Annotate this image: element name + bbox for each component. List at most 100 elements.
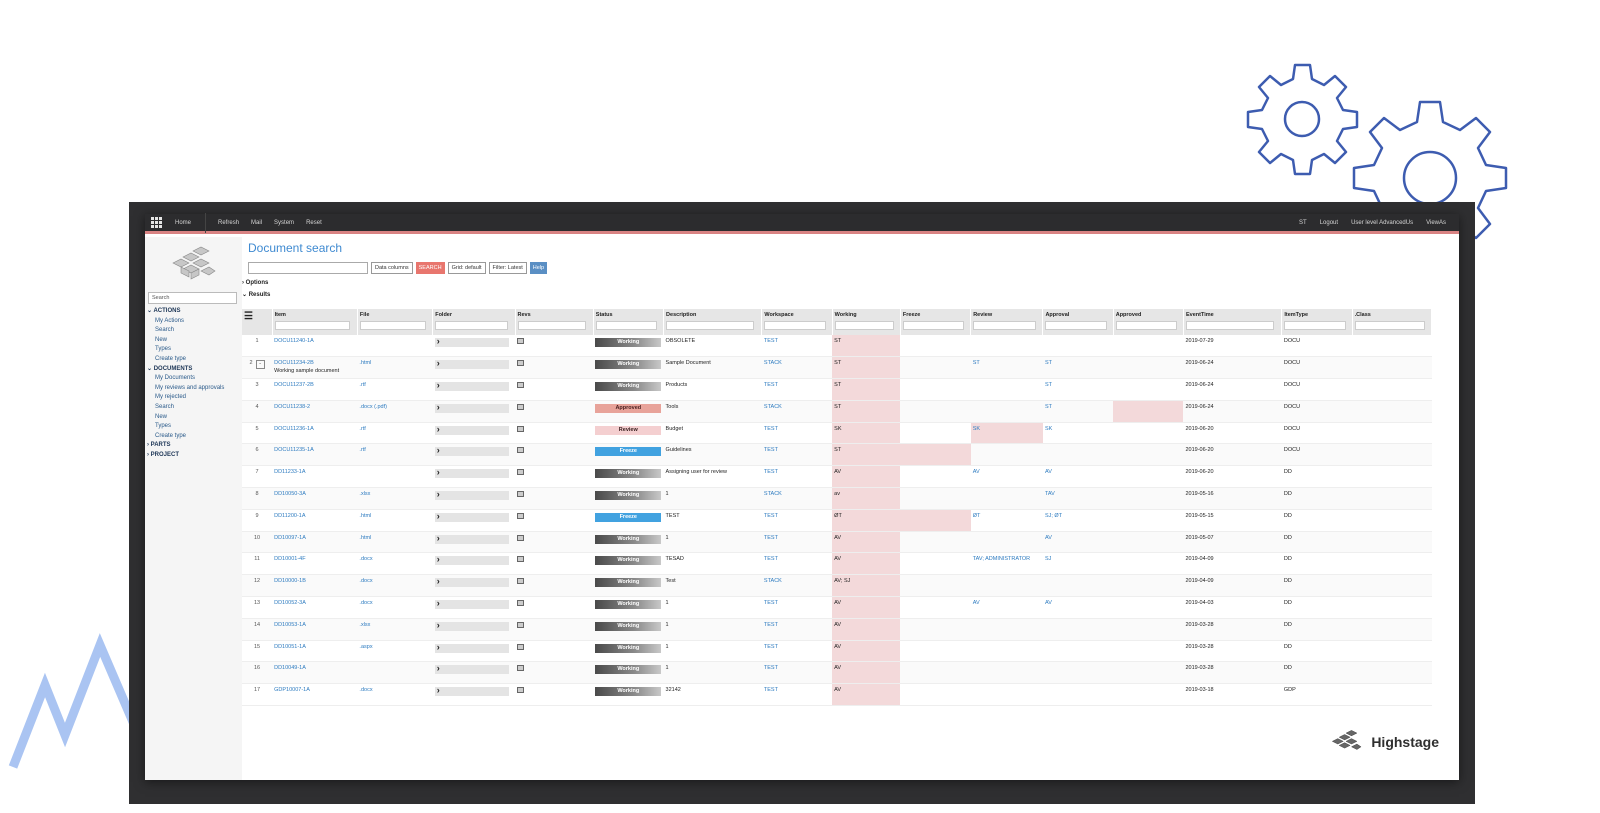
item-link[interactable]: DD10049-1A	[274, 665, 306, 671]
item-link[interactable]: DD10097-1A	[274, 535, 306, 541]
folder-cell[interactable]	[434, 402, 509, 413]
revisions-icon[interactable]	[517, 512, 524, 519]
item-link[interactable]: DD11200-1A	[274, 513, 305, 519]
revisions-icon[interactable]	[517, 534, 524, 541]
table-row[interactable]: 2- DOCU11234-2B Working sample document .ht…	[242, 356, 1432, 380]
review-cell[interactable]: AV	[973, 600, 980, 606]
folder-cell[interactable]	[434, 554, 509, 566]
review-cell[interactable]: TAV; ADMINISTRATOR	[973, 556, 1030, 562]
table-row[interactable]: 6 DOCU11235-1A .rtf FreezeGuidelines TEST ST 2…	[242, 443, 1432, 467]
column-header[interactable]: Description	[663, 309, 763, 335]
data-columns-select[interactable]: Data columns	[371, 262, 413, 274]
nav-home[interactable]: Home	[175, 220, 191, 226]
file-link[interactable]: .docx	[359, 687, 372, 693]
item-link[interactable]: DD10053-1A	[274, 622, 306, 628]
sidebar-item[interactable]: My Documents	[147, 374, 241, 384]
sidebar-group-parts[interactable]: › PARTS	[147, 441, 241, 451]
revisions-icon[interactable]	[517, 621, 524, 628]
view-as-link[interactable]: ViewAs	[1426, 220, 1446, 226]
table-row[interactable]: 9DD11200-1A.htmlFreezeTESTTESTØTØTSJ; ØT…	[242, 509, 1432, 532]
folder-cell[interactable]	[434, 511, 509, 522]
options-toggle[interactable]: › Options	[242, 280, 268, 286]
sidebar-item[interactable]: Search	[147, 403, 241, 413]
file-link[interactable]: .rtf	[359, 447, 365, 453]
filter-select[interactable]: Filter: Latest	[488, 262, 527, 274]
revisions-icon[interactable]	[517, 600, 524, 607]
workspace-link[interactable]: STACK	[764, 360, 782, 366]
column-filter-input[interactable]	[834, 321, 895, 330]
sidebar-item[interactable]: My rejected	[147, 393, 241, 403]
table-row[interactable]: 17 GDP10007-1A .docx Working32142 TEST AV 2019…	[242, 683, 1432, 707]
revisions-icon[interactable]	[517, 338, 524, 344]
item-link[interactable]: DD11233-1A	[274, 469, 305, 475]
logout-link[interactable]: Logout	[1320, 220, 1338, 226]
revisions-icon[interactable]	[517, 643, 524, 650]
item-link[interactable]: DOCU11240-1A	[274, 338, 314, 344]
user-level-select[interactable]: User level AdvancedUs	[1351, 220, 1413, 226]
revisions-icon[interactable]	[517, 425, 524, 432]
table-row[interactable]: 4 DOCU11238-2 .docx (.pdf) ApprovedTools STA…	[242, 400, 1432, 423]
approval-cell[interactable]: AV	[1045, 600, 1052, 606]
file-link[interactable]: .html	[359, 360, 371, 366]
folder-cell[interactable]	[434, 620, 509, 631]
column-header[interactable]: ItemType	[1281, 309, 1353, 335]
approval-cell[interactable]: ST	[1045, 382, 1052, 388]
folder-cell[interactable]	[434, 336, 509, 347]
sidebar-search-input[interactable]: Search	[148, 292, 237, 304]
file-link[interactable]: .rtf	[359, 382, 365, 388]
table-row[interactable]: 11 DD10001-4F .docx WorkingTESAD TEST AV TAV; …	[242, 552, 1432, 576]
approval-cell[interactable]: AV	[1045, 469, 1052, 475]
folder-cell[interactable]	[434, 576, 509, 588]
sidebar-group-actions[interactable]: ⌄ ACTIONS	[147, 307, 241, 317]
item-link[interactable]: DOCU11238-2	[274, 404, 310, 410]
workspace-link[interactable]: STACK	[764, 404, 782, 410]
workspace-link[interactable]: TEST	[764, 644, 778, 650]
user-initials[interactable]: ST	[1299, 220, 1307, 226]
item-link[interactable]: DOCU11237-2B	[274, 382, 314, 388]
table-row[interactable]: 1 DOCU11240-1A WorkingOBSOLETE TEST ST 2019-0…	[242, 335, 1432, 358]
workspace-link[interactable]: TEST	[764, 600, 778, 606]
apps-grid-icon[interactable]	[151, 216, 163, 229]
column-filter-input[interactable]	[902, 321, 965, 330]
folder-cell[interactable]	[434, 380, 509, 392]
folder-cell[interactable]	[434, 467, 509, 479]
sidebar-item[interactable]: Types	[147, 422, 241, 432]
menu-icon[interactable]: ☰	[244, 311, 253, 322]
column-filter-input[interactable]	[1284, 321, 1346, 330]
file-link[interactable]: .html	[359, 535, 371, 541]
revisions-icon[interactable]	[517, 403, 524, 410]
approval-cell[interactable]: ST	[1045, 360, 1052, 366]
review-cell[interactable]: SK	[973, 426, 980, 432]
workspace-link[interactable]: TEST	[764, 338, 778, 344]
file-link[interactable]: .xlsx	[359, 622, 370, 628]
folder-cell[interactable]	[434, 445, 509, 457]
column-header[interactable]: Approved	[1113, 309, 1184, 335]
file-link[interactable]: .docx	[359, 600, 372, 606]
revisions-icon[interactable]	[517, 687, 524, 694]
sidebar-item[interactable]: My Actions	[147, 317, 241, 327]
column-filter-input[interactable]	[973, 321, 1037, 330]
approval-cell[interactable]: ST	[1045, 404, 1052, 410]
item-link[interactable]: DOCU11235-1A	[274, 447, 314, 453]
file-link[interactable]: .aspx	[359, 644, 372, 650]
workspace-link[interactable]: TEST	[764, 665, 778, 671]
item-link[interactable]: DD10052-3A	[274, 600, 306, 606]
column-header[interactable]: .Class	[1352, 309, 1433, 335]
file-link[interactable]: .docx	[359, 556, 372, 562]
review-cell[interactable]: ST	[973, 360, 980, 366]
folder-cell[interactable]	[434, 598, 509, 610]
item-link[interactable]: DOCU11236-1A	[274, 426, 314, 432]
revisions-icon[interactable]	[517, 447, 524, 454]
workspace-link[interactable]: TEST	[764, 556, 778, 562]
folder-cell[interactable]	[434, 685, 509, 697]
workspace-link[interactable]: TEST	[764, 535, 778, 541]
approval-cell[interactable]: AV	[1045, 535, 1052, 541]
sidebar-group-project[interactable]: › PROJECT	[147, 451, 241, 461]
column-header[interactable]: EventTime	[1183, 309, 1283, 335]
item-link[interactable]: DD10001-4F	[274, 556, 306, 562]
file-link[interactable]: .docx	[359, 578, 372, 584]
column-header[interactable]: Item	[272, 309, 358, 335]
grid-select[interactable]: Grid: default	[447, 262, 486, 274]
workspace-link[interactable]: TEST	[764, 513, 778, 519]
sidebar-item[interactable]: New	[147, 413, 241, 423]
